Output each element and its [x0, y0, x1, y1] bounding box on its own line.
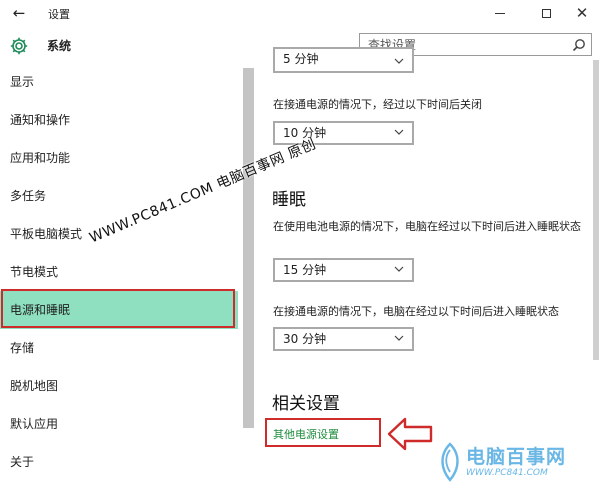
sidebar-item-label: 节电模式: [10, 265, 59, 279]
sidebar-item-apps[interactable]: 应用和功能: [0, 139, 238, 177]
annotation-arrow-icon: [387, 417, 433, 451]
sleep-battery-dropdown[interactable]: 15 分钟: [273, 258, 414, 282]
sidebar-item-label: 多任务: [10, 189, 47, 203]
sidebar-item-storage[interactable]: 存储: [0, 329, 238, 367]
dropdown-value: 15 分钟: [283, 263, 327, 277]
back-arrow-icon: ←: [12, 4, 26, 22]
chevron-down-icon: [394, 335, 404, 341]
sidebar-scrollbar[interactable]: [243, 68, 254, 428]
sleep-battery-label: 在使用电池电源的情况下，电脑在经过以下时间后进入睡眠状态: [273, 220, 581, 233]
sidebar: 显示 通知和操作 应用和功能 多任务 平板电脑模式 节电模式 电源和睡眠 存储 …: [0, 63, 245, 489]
window-title: 设置: [48, 8, 70, 21]
close-button[interactable]: ✕: [564, 2, 600, 24]
logo-url: WWW.PC841.COM: [466, 468, 548, 478]
page-title: 系统: [47, 39, 72, 53]
sidebar-item-label: 显示: [10, 75, 35, 89]
search-icon[interactable]: [572, 38, 586, 52]
screen-battery-dropdown[interactable]: 5 分钟: [273, 47, 414, 73]
chevron-down-icon: [394, 129, 404, 135]
logo-icon: [441, 442, 459, 482]
dropdown-value: 30 分钟: [283, 332, 327, 346]
sidebar-item-label: 应用和功能: [10, 151, 71, 165]
content-scrollbar[interactable]: [593, 60, 599, 360]
link-highlight-box: [265, 418, 381, 447]
selected-item-highlight-box: [1, 289, 235, 328]
maximize-button[interactable]: [528, 2, 564, 24]
chevron-down-icon: [394, 58, 404, 64]
dropdown-value: 5 分钟: [283, 52, 319, 66]
sidebar-item-label: 存储: [10, 341, 35, 355]
sidebar-item-label: 默认应用: [10, 417, 59, 431]
chevron-down-icon: [394, 266, 404, 272]
minimize-button[interactable]: [482, 2, 518, 24]
logo-text: 电脑百事网: [466, 446, 567, 468]
sleep-plugged-dropdown[interactable]: 30 分钟: [273, 327, 414, 351]
gear-icon: [10, 37, 28, 55]
maximize-icon: [541, 9, 551, 18]
sidebar-item-default-apps[interactable]: 默认应用: [0, 405, 238, 443]
sidebar-item-label: 关于: [10, 455, 35, 469]
title-bar: ← 设置 ✕: [0, 0, 600, 26]
sidebar-item-label: 通知和操作: [10, 113, 71, 127]
sidebar-item-battery-saver[interactable]: 节电模式: [0, 253, 238, 291]
sidebar-item-label: 脱机地图: [10, 379, 59, 393]
screen-plugged-label: 在接通电源的情况下，经过以下时间后关闭: [273, 98, 482, 111]
related-settings-heading: 相关设置: [272, 394, 340, 414]
site-logo: 电脑百事网 WWW.PC841.COM: [436, 438, 596, 486]
sleep-plugged-label: 在接通电源的情况下，电脑在经过以下时间后进入睡眠状态: [273, 305, 559, 318]
close-icon: ✕: [575, 4, 589, 22]
back-button[interactable]: ←: [8, 4, 30, 22]
sidebar-item-offline-maps[interactable]: 脱机地图: [0, 367, 238, 405]
sidebar-item-about[interactable]: 关于: [0, 443, 238, 481]
sleep-heading: 睡眠: [272, 190, 306, 210]
sidebar-item-display[interactable]: 显示: [0, 63, 238, 101]
sidebar-item-notifications[interactable]: 通知和操作: [0, 101, 238, 139]
minimize-icon: [495, 13, 505, 14]
sidebar-item-label: 平板电脑模式: [10, 227, 83, 241]
